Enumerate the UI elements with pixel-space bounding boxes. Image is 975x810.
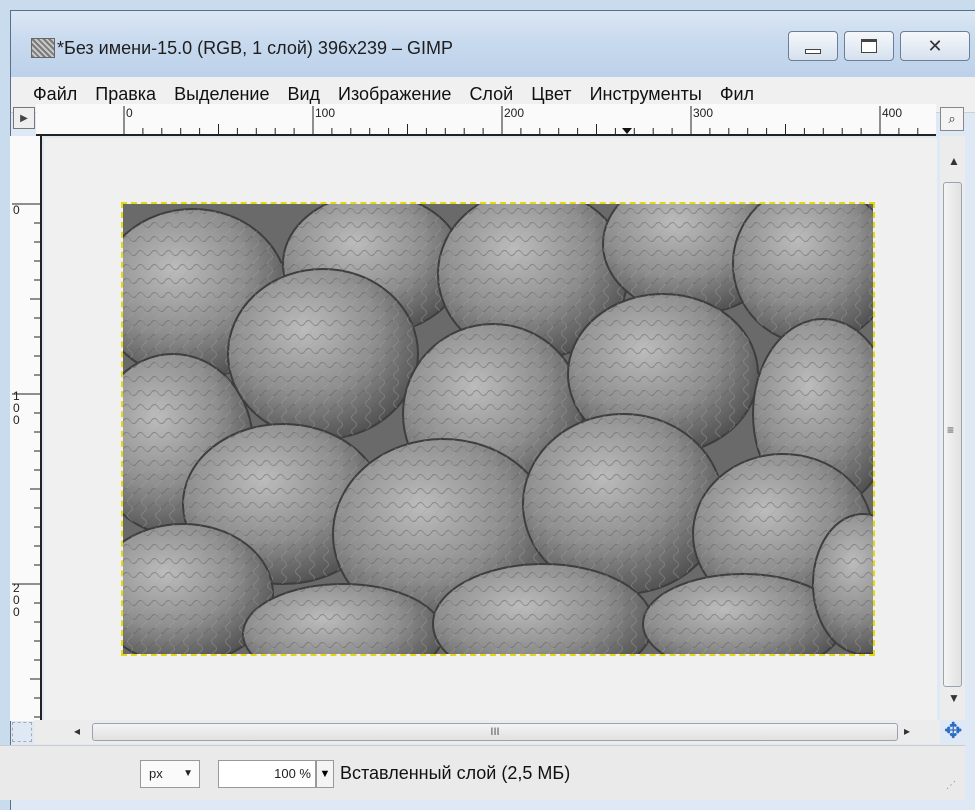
hruler-label-200: 200 [504,106,525,120]
hruler-label-400: 400 [882,106,903,120]
scroll-up-icon[interactable]: ▲ [948,154,960,168]
image-canvas[interactable] [121,202,875,656]
zoom-dropdown-button[interactable]: ▼ [316,760,334,788]
menu-tools[interactable]: Инструменты [581,84,711,105]
canvas-area[interactable] [44,138,937,720]
quick-mask-button[interactable] [12,722,32,742]
scroll-down-icon[interactable]: ▼ [948,691,960,705]
status-bar: px ▼ 100 % ▼ Вставленный слой (2,5 МБ) ⋰ [0,745,965,800]
vertical-scrollbar[interactable]: ▲ ≡ ▼ [940,136,965,720]
resize-grip-icon[interactable]: ⋰ [946,780,956,791]
vruler-label-200: 200 [13,581,20,619]
menu-file[interactable]: Файл [11,84,86,105]
hruler-label-100: 100 [315,106,336,120]
menu-filters[interactable]: Фил [711,84,763,105]
walnuts-image [123,204,873,654]
triangle-right-icon: ▶ [20,112,28,124]
vertical-ruler[interactable]: 0 100 200 [10,136,42,775]
hruler-label-0: 0 [126,106,133,120]
horizontal-scroll-thumb[interactable]: III [92,723,898,741]
navigate-icon[interactable]: ✥ [944,718,962,744]
chevron-down-icon: ▼ [183,768,193,779]
zoom-fit-button[interactable]: ⌕ [940,107,964,131]
minimize-icon [805,48,821,54]
zoom-icon: ⌕ [948,111,956,126]
menu-image[interactable]: Изображение [329,84,460,105]
chevron-down-icon: ▼ [319,768,331,780]
menu-toggle-button[interactable]: ▶ [13,107,35,129]
maximize-button[interactable] [844,31,894,61]
vertical-scroll-thumb[interactable]: ≡ [943,182,962,687]
grip-icon: ≡ [947,423,955,437]
minimize-button[interactable] [788,31,838,61]
scroll-grip: III [490,726,500,738]
vruler-label-0: 0 [13,203,20,217]
zoom-input[interactable]: 100 % [218,760,316,788]
scroll-left-icon[interactable]: ◂ [74,724,80,738]
horizontal-scrollbar[interactable]: ◂ III ▸ [34,720,940,744]
scroll-right-icon[interactable]: ▸ [904,724,910,738]
menu-colors[interactable]: Цвет [522,84,580,105]
window-title: *Без имени-15.0 (RGB, 1 слой) 396x239 – … [57,38,454,58]
pointer-marker-icon [622,128,632,134]
unit-select[interactable]: px ▼ [140,760,200,788]
menu-edit[interactable]: Правка [86,84,165,105]
menu-view[interactable]: Вид [278,84,329,105]
horizontal-ruler[interactable]: 0 100 200 300 400 [36,104,975,136]
title-bar[interactable]: *Без имени-15.0 (RGB, 1 слой) 396x239 – … [11,11,975,77]
horizontal-ruler-ticks [123,106,975,134]
maximize-icon [861,39,877,53]
unit-value: px [149,766,163,781]
close-button[interactable]: ✕ [900,31,970,61]
hruler-label-300: 300 [693,106,714,120]
gimp-image-icon [31,38,55,58]
vertical-ruler-ticks [12,203,40,775]
vruler-label-100: 100 [13,389,20,427]
menu-layer[interactable]: Слой [460,84,522,105]
layer-status-text: Вставленный слой (2,5 МБ) [340,763,571,783]
menu-select[interactable]: Выделение [165,84,278,105]
close-icon: ✕ [927,35,943,56]
